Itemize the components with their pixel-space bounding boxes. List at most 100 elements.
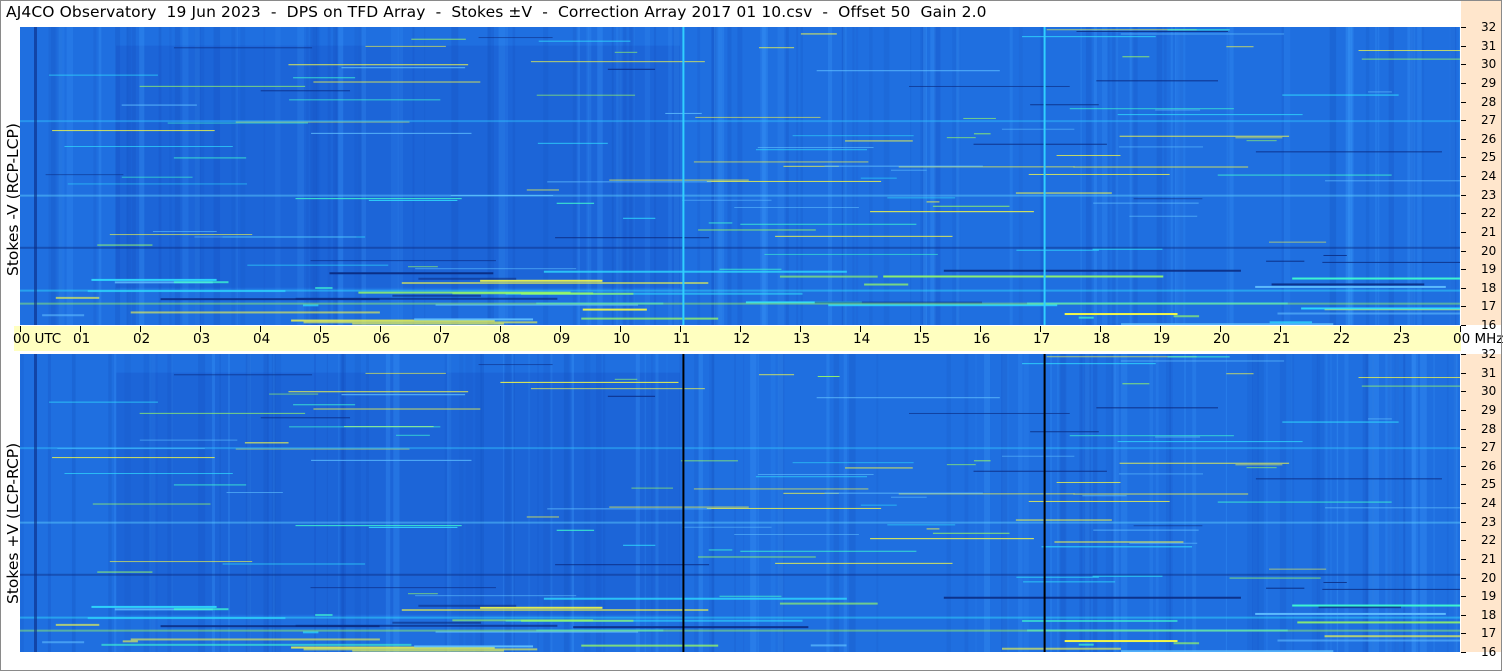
texture-column (306, 27, 309, 325)
freq-tick-label: 20 (1481, 570, 1497, 585)
texture-column (327, 27, 331, 325)
interference-line (415, 595, 577, 597)
texture-column (721, 27, 725, 325)
time-tick-label: 20 (1213, 331, 1231, 347)
interference-line (122, 640, 138, 643)
interference-line (1367, 91, 1392, 93)
interference-line (757, 146, 874, 148)
freq-tick (1461, 250, 1466, 252)
interference-line (247, 264, 389, 266)
texture-column (391, 27, 398, 325)
interference-line (289, 99, 441, 101)
interference-line (817, 375, 840, 377)
interference-line (887, 524, 956, 526)
interference-line (706, 507, 882, 509)
freq-tick-label: 25 (1481, 477, 1497, 492)
interference-line (368, 526, 458, 528)
texture-column (235, 27, 239, 325)
interference-line (1323, 581, 1347, 583)
interference-line (926, 528, 940, 530)
texture-column (876, 354, 879, 652)
freq-tick (1461, 614, 1466, 616)
interference-line (607, 395, 656, 397)
interference-line (1235, 464, 1283, 466)
interference-line (244, 442, 289, 444)
interference-line (313, 408, 481, 410)
interference-line (91, 605, 217, 608)
spectrogram-top-panel (20, 27, 1460, 325)
texture-column (1417, 27, 1423, 325)
freq-tick-label: 32 (1481, 347, 1497, 361)
edge-artifact (34, 27, 37, 325)
interference-line (1167, 356, 1230, 358)
texture-column (1174, 27, 1177, 325)
texture-column (800, 27, 803, 325)
freq-tick-label: 23 (1481, 187, 1497, 202)
interference-line (1096, 80, 1218, 82)
interference-line (695, 116, 821, 118)
texture-column (826, 354, 830, 652)
interference-line (845, 467, 913, 469)
interference-line (1271, 283, 1425, 286)
time-tick-label: 22 (1333, 331, 1351, 347)
texture-column (297, 27, 304, 325)
interference-line (91, 278, 217, 281)
interference-line (538, 40, 631, 42)
interference-line (1255, 612, 1446, 615)
texture-column (843, 27, 847, 325)
interference-line (92, 503, 211, 505)
texture-column (655, 354, 659, 652)
texture-column (777, 27, 785, 325)
interference-line (1093, 202, 1199, 204)
interference-line (1078, 643, 1094, 646)
texture-column (1041, 27, 1044, 325)
texture-column (770, 354, 776, 652)
time-marker-line (1043, 27, 1046, 325)
interference-line (1122, 56, 1150, 58)
spectrogram-top-svg (20, 27, 1460, 325)
freq-tick-label: 31 (1481, 365, 1497, 380)
interference-line (792, 135, 914, 137)
texture-column (1163, 27, 1167, 325)
texture-column (385, 354, 391, 652)
interference-line (1015, 519, 1112, 521)
time-tick-label: 16 (973, 331, 991, 347)
interference-line (547, 181, 712, 183)
interference-line (1092, 248, 1163, 250)
interference-line (293, 404, 356, 406)
interference-line (1358, 50, 1460, 52)
interference-line (607, 68, 656, 70)
time-tick-label: 04 (253, 331, 271, 347)
texture-column (1001, 354, 1008, 652)
interference-line (908, 85, 1070, 87)
interference-line (1322, 261, 1460, 263)
interference-line (1118, 146, 1203, 148)
texture-column (883, 27, 890, 325)
interference-line (932, 205, 1010, 207)
texture-column (71, 354, 76, 652)
interference-line (341, 394, 466, 396)
texture-column (1351, 27, 1354, 325)
freq-tick (1461, 82, 1466, 84)
interference-line (52, 457, 215, 459)
frequency-band-line (20, 302, 1460, 305)
texture-column (267, 354, 270, 652)
interference-line (1016, 249, 1099, 251)
time-tick-label: 05 (313, 331, 331, 347)
interference-line (682, 199, 772, 201)
interference-line (478, 364, 553, 366)
interference-line (315, 613, 333, 616)
texture-column (424, 27, 426, 325)
interference-line (1073, 493, 1249, 495)
interference-line (1277, 639, 1460, 642)
frequency-band-line (20, 573, 1460, 576)
interference-line (973, 143, 1107, 145)
texture-column (922, 27, 928, 325)
interference-line (816, 397, 1000, 399)
interference-line (698, 229, 816, 231)
interference-line (310, 260, 496, 262)
interference-line (946, 137, 976, 139)
freq-tick-label: 27 (1481, 440, 1497, 455)
interference-line (573, 626, 809, 629)
freq-tick-label: 19 (1481, 589, 1497, 604)
